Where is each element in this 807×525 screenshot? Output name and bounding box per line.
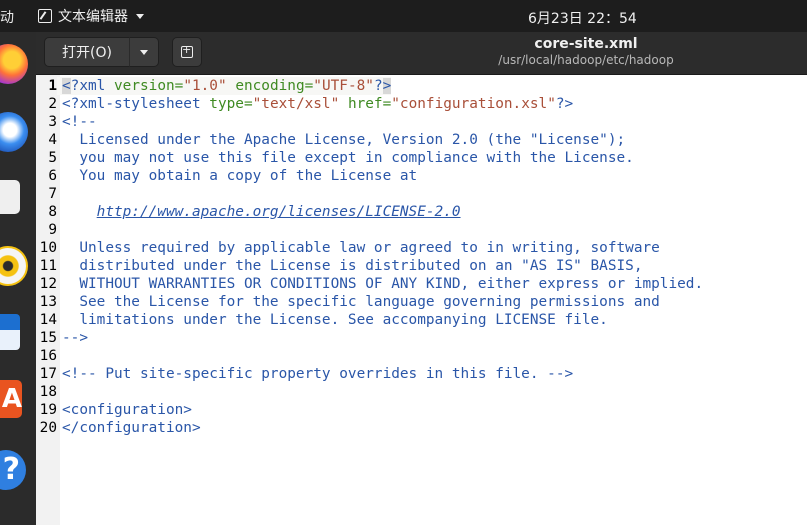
line-text[interactable]: --> xyxy=(57,329,88,347)
line-text[interactable]: You may obtain a copy of the License at xyxy=(57,167,417,185)
chevron-down-icon xyxy=(136,13,144,19)
code-line[interactable]: 18 xyxy=(36,383,703,401)
rhythmbox-icon[interactable] xyxy=(0,246,28,286)
line-text[interactable] xyxy=(57,383,62,401)
line-number: 4 xyxy=(48,132,57,148)
license-link[interactable]: http://www.apache.org/licenses/LICENSE-2… xyxy=(97,204,461,220)
code-line[interactable]: 4 Licensed under the Apache License, Ver… xyxy=(36,131,703,149)
code-line[interactable]: 17 <!-- Put site-specific property overri… xyxy=(36,365,703,383)
software-icon[interactable]: A xyxy=(0,380,22,418)
line-text[interactable]: limitations under the License. See accom… xyxy=(57,311,608,329)
open-button[interactable]: 打开(O) xyxy=(44,37,130,67)
line-number: 15 xyxy=(39,330,57,346)
code-line[interactable]: 12 WITHOUT WARRANTIES OR CONDITIONS OF A… xyxy=(36,275,703,293)
line-text[interactable]: you may not use this file except in comp… xyxy=(57,149,634,167)
line-text[interactable]: Unless required by applicable law or agr… xyxy=(57,239,660,257)
code-line[interactable]: 13 See the License for the specific lang… xyxy=(36,293,703,311)
line-number: 12 xyxy=(39,276,57,292)
code-line[interactable]: 3 <!-- xyxy=(36,113,703,131)
line-number: 17 xyxy=(39,366,57,382)
code-line[interactable]: 19 <configuration> xyxy=(36,401,703,419)
code-line[interactable]: 9 xyxy=(36,221,703,239)
code-view[interactable]: 1 <?xml version="1.0" encoding="UTF-8"?> … xyxy=(36,77,703,437)
app-menu-label: 文本编辑器 xyxy=(58,9,128,25)
files-icon[interactable] xyxy=(0,180,20,214)
code-line[interactable]: 10 Unless required by applicable law or … xyxy=(36,239,703,257)
line-number: 7 xyxy=(48,186,57,202)
line-number: 20 xyxy=(39,420,57,436)
line-number: 10 xyxy=(39,240,57,256)
line-number: 16 xyxy=(39,348,57,364)
line-text[interactable]: <configuration> xyxy=(57,401,192,419)
line-number: 6 xyxy=(48,168,57,184)
line-text[interactable] xyxy=(57,347,62,365)
document-path: /usr/local/hadoop/etc/hadoop xyxy=(498,53,674,67)
activities-button[interactable]: 动 xyxy=(0,7,14,27)
thunderbird-icon[interactable] xyxy=(0,112,28,152)
chevron-down-icon xyxy=(140,49,148,55)
bracket-highlight: > xyxy=(382,78,392,94)
line-number: 18 xyxy=(39,384,57,400)
line-number: 9 xyxy=(48,222,57,238)
line-text[interactable]: distributed under the License is distrib… xyxy=(57,257,642,275)
open-recent-menu-button[interactable] xyxy=(129,37,159,67)
line-number: 13 xyxy=(39,294,57,310)
line-text[interactable]: See the License for the specific languag… xyxy=(57,293,660,311)
help-icon[interactable]: ? xyxy=(0,450,26,490)
line-text[interactable]: </configuration> xyxy=(57,419,201,437)
line-text[interactable]: <?xml version="1.0" encoding="UTF-8"?> xyxy=(57,77,392,95)
line-number: 1 xyxy=(48,78,57,94)
header-bar: 打开(O) core-site.xml /usr/local/hadoop/et… xyxy=(36,32,807,75)
code-line[interactable]: 15 --> xyxy=(36,329,703,347)
top-bar: 动 文本编辑器 6月23日 22：54 xyxy=(0,0,807,32)
line-text[interactable] xyxy=(57,221,62,239)
line-number: 14 xyxy=(39,312,57,328)
firefox-icon[interactable] xyxy=(0,44,28,84)
code-line[interactable]: 6 You may obtain a copy of the License a… xyxy=(36,167,703,185)
line-number: 19 xyxy=(39,402,57,418)
line-text[interactable]: http://www.apache.org/licenses/LICENSE-2… xyxy=(57,203,461,221)
line-text[interactable]: Licensed under the Apache License, Versi… xyxy=(57,131,625,149)
line-text[interactable]: <!-- xyxy=(57,113,97,131)
code-line[interactable]: 8 http://www.apache.org/licenses/LICENSE… xyxy=(36,203,703,221)
code-line[interactable]: 11 distributed under the License is dist… xyxy=(36,257,703,275)
line-text[interactable]: WITHOUT WARRANTIES OR CONDITIONS OF ANY … xyxy=(57,275,703,293)
new-document-icon xyxy=(181,43,193,58)
document-title: core-site.xml xyxy=(534,36,638,52)
code-line[interactable]: 2 <?xml-stylesheet type="text/xsl" href="… xyxy=(36,95,703,113)
line-number: 3 xyxy=(48,114,57,130)
code-line[interactable]: 14 limitations under the License. See ac… xyxy=(36,311,703,329)
new-document-button[interactable] xyxy=(172,37,202,67)
line-text[interactable] xyxy=(57,185,62,203)
code-line[interactable]: 5 you may not use this file except in co… xyxy=(36,149,703,167)
editor[interactable]: 1 <?xml version="1.0" encoding="UTF-8"?> … xyxy=(36,75,807,525)
bracket-highlight: < xyxy=(62,78,71,94)
line-number: 11 xyxy=(39,258,57,274)
writer-icon[interactable] xyxy=(0,314,20,350)
code-line[interactable]: 20 </configuration> xyxy=(36,419,703,437)
code-line[interactable]: 7 xyxy=(36,185,703,203)
clock[interactable]: 6月23日 22：54 xyxy=(528,8,637,28)
app-menu[interactable]: 文本编辑器 xyxy=(38,6,144,26)
line-number: 5 xyxy=(48,150,57,166)
line-text[interactable]: <!-- Put site-specific property override… xyxy=(57,365,573,383)
code-line[interactable]: 16 xyxy=(36,347,703,365)
line-text[interactable]: <?xml-stylesheet type="text/xsl" href="c… xyxy=(57,95,573,113)
line-number: 8 xyxy=(48,204,57,220)
code-line[interactable]: 1 <?xml version="1.0" encoding="UTF-8"?> xyxy=(36,77,703,95)
text-editor-icon xyxy=(38,9,52,23)
dock: A ? xyxy=(0,32,36,525)
line-number: 2 xyxy=(48,96,57,112)
